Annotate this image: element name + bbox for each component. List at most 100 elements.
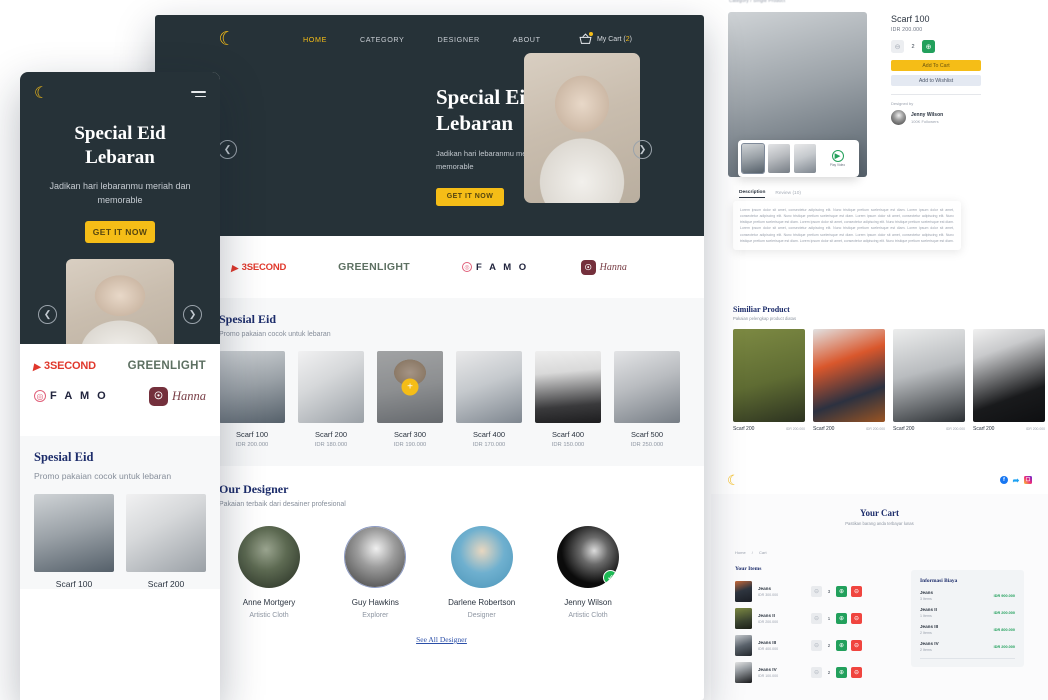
crescent-moon-icon[interactable]: ☾ xyxy=(727,473,740,487)
product-thumbnail[interactable] xyxy=(794,144,816,173)
get-it-now-button[interactable]: GET IT NOW xyxy=(436,187,504,206)
see-all-designer-link[interactable]: See All Designer xyxy=(219,635,664,644)
product-card[interactable]: Scarf 500 IDR 250.000 xyxy=(614,351,680,448)
list-item[interactable]: Scarf 200 IDR 200.000 xyxy=(973,329,1045,432)
hamburger-menu-icon[interactable] xyxy=(191,90,206,98)
product-card[interactable]: Scarf 400 IDR 150.000 xyxy=(535,351,601,448)
item-qty: 2 xyxy=(827,670,831,675)
product-price: IDR 180.000 xyxy=(314,442,348,448)
similiar-product-section: Similiar Product Pakaian pelengkap produ… xyxy=(733,305,1045,432)
remove-circle-icon[interactable]: ⊖ xyxy=(851,667,862,678)
product-card[interactable]: Scarf 200 IDR 180.000 xyxy=(298,351,364,448)
cart-navbar: ☾ f ➦ ☐ xyxy=(711,466,1048,494)
remove-circle-icon[interactable]: ⊖ xyxy=(851,613,862,624)
screenshot-root: Category / Single Product ▶ Play Video S… xyxy=(0,0,1048,700)
item-thumbnail xyxy=(735,608,752,629)
chevron-left-icon[interactable]: ❮ xyxy=(38,304,57,324)
desktop-mockup: ☾ HOME CATEGORY DESIGNER ABOUT My Cart (… xyxy=(155,15,704,700)
list-item[interactable]: Scarf 200 IDR 200.000 xyxy=(893,329,965,432)
designer-card[interactable]: Anne Mortgery Artistic Cloth xyxy=(219,526,319,619)
item-name: Jeans xyxy=(758,586,772,591)
product-price: IDR 190.000 xyxy=(393,442,427,448)
product-name: Scarf 500 xyxy=(630,430,664,439)
minus-circle-icon[interactable]: ⊖ xyxy=(811,613,822,624)
product-card[interactable]: Scarf 100 xyxy=(34,493,114,589)
cart-button[interactable]: My Cart (2) xyxy=(579,32,632,45)
product-detail-top: ▶ Play Video Scarf 100 IDR 200.000 ⊖ 2 ⊕… xyxy=(711,6,1048,190)
add-to-cart-icon[interactable]: + xyxy=(401,378,419,396)
remove-circle-icon[interactable]: ⊖ xyxy=(851,640,862,651)
list-item[interactable]: Scarf 200 IDR 200.000 xyxy=(733,329,805,432)
product-card[interactable]: Scarf 100 IDR 200.000 xyxy=(219,351,285,448)
instagram-icon[interactable]: ☐ xyxy=(1024,476,1032,484)
plus-circle-icon[interactable]: ⊕ xyxy=(836,667,847,678)
minus-circle-icon[interactable]: ⊖ xyxy=(811,667,822,678)
plus-circle-icon[interactable]: ⊕ xyxy=(922,40,935,53)
plus-circle-icon[interactable]: ⊕ xyxy=(836,640,847,651)
product-image xyxy=(219,351,285,423)
crescent-moon-icon[interactable]: ☾ xyxy=(217,29,237,49)
plus-circle-icon[interactable]: ⊕ xyxy=(836,586,847,597)
summary-item-name: Jeans II xyxy=(920,607,937,612)
brand-label: GREENLIGHT xyxy=(127,359,206,372)
avatar xyxy=(344,526,407,588)
minus-circle-icon[interactable]: ⊖ xyxy=(811,586,822,597)
crescent-moon-icon[interactable]: ☾ xyxy=(34,86,48,102)
facebook-icon[interactable]: f xyxy=(1000,476,1008,484)
add-to-wishlist-button[interactable]: Add to Wishlist xyxy=(891,75,981,86)
breadcrumb-home[interactable]: Home xyxy=(735,550,746,555)
chevron-right-icon[interactable]: ❯ xyxy=(633,140,652,159)
brand-label: F A M O xyxy=(475,261,529,273)
product-image xyxy=(614,351,680,423)
product-thumbnail[interactable] xyxy=(768,144,790,173)
avatar xyxy=(450,526,513,588)
cart-label-close: ) xyxy=(629,35,632,43)
product-breadcrumb[interactable]: Category / Single Product xyxy=(729,0,785,3)
product-image xyxy=(456,351,522,423)
designer-row[interactable]: Jenny Wilson 100K Followers xyxy=(891,110,1033,125)
product-card[interactable]: Scarf 200 xyxy=(126,493,206,589)
minus-circle-icon[interactable]: ⊖ xyxy=(811,640,822,651)
add-to-cart-button[interactable]: Add To Cart xyxy=(891,60,981,71)
product-image xyxy=(535,351,601,423)
product-card[interactable]: + Scarf 300 IDR 190.000 xyxy=(377,351,443,448)
product-name: Scarf 100 xyxy=(55,578,93,589)
cost-summary-heading: Informasi Biaya xyxy=(920,578,958,584)
designer-card[interactable]: Darlene Robertson Designer xyxy=(432,526,532,619)
brand-label: Hanna xyxy=(599,261,627,273)
remove-circle-icon[interactable]: ⊖ xyxy=(851,586,862,597)
product-detail-page: Category / Single Product ▶ Play Video S… xyxy=(711,0,1048,700)
product-thumbnail[interactable] xyxy=(741,143,765,174)
tab-review[interactable]: Review (10) xyxy=(775,191,801,198)
product-price: IDR 250.000 xyxy=(630,442,664,448)
get-it-now-button[interactable]: GET IT NOW xyxy=(85,220,155,243)
play-video-button[interactable]: ▶ Play Video xyxy=(820,150,855,167)
nav-item-about[interactable]: ABOUT xyxy=(513,35,541,44)
twitter-icon[interactable]: ➦ xyxy=(1012,476,1020,485)
designed-by-label: Designed by xyxy=(891,101,914,106)
item-thumbnail xyxy=(735,581,752,602)
nav-item-category[interactable]: CATEGORY xyxy=(360,35,404,44)
product-price: IDR 200.000 xyxy=(891,27,923,33)
minus-circle-icon[interactable]: ⊖ xyxy=(891,40,904,53)
list-item[interactable]: Scarf 200 IDR 200.000 xyxy=(813,329,885,432)
product-thumbnail-strip: ▶ Play Video xyxy=(738,140,859,177)
product-card[interactable]: Scarf 400 IDR 170.000 xyxy=(456,351,522,448)
summary-row: Jeans IV 2 Items IDR 200.000 xyxy=(920,641,1015,652)
chevron-right-icon[interactable]: ❯ xyxy=(183,304,202,324)
designer-role: Designer xyxy=(467,612,496,619)
cart-items-list: Jeans IDR 300.000 ⊖ 3 ⊕ ⊖ Jeans II IDR 2… xyxy=(735,578,895,686)
designer-card[interactable]: Guy Hawkins Explorer xyxy=(325,526,425,619)
section-subheading: Pakaian terbaik dari desainer profesiona… xyxy=(219,501,346,508)
product-image xyxy=(126,493,206,572)
product-name: Scarf 100 xyxy=(235,430,269,439)
nav-item-designer[interactable]: DESIGNER xyxy=(437,35,479,44)
tab-description[interactable]: Description xyxy=(739,190,766,198)
chevron-left-icon[interactable]: ❮ xyxy=(218,140,237,159)
plus-circle-icon[interactable]: ⊕ xyxy=(836,613,847,624)
product-image xyxy=(893,329,965,422)
mobile-hero-title-line2: Lebaran xyxy=(85,146,155,168)
designer-card[interactable]: ✓ Jenny Wilson Artistic Cloth xyxy=(538,526,638,619)
greenlight-logo-icon: GREENLIGHT xyxy=(128,360,206,372)
nav-item-home[interactable]: HOME xyxy=(303,35,327,44)
